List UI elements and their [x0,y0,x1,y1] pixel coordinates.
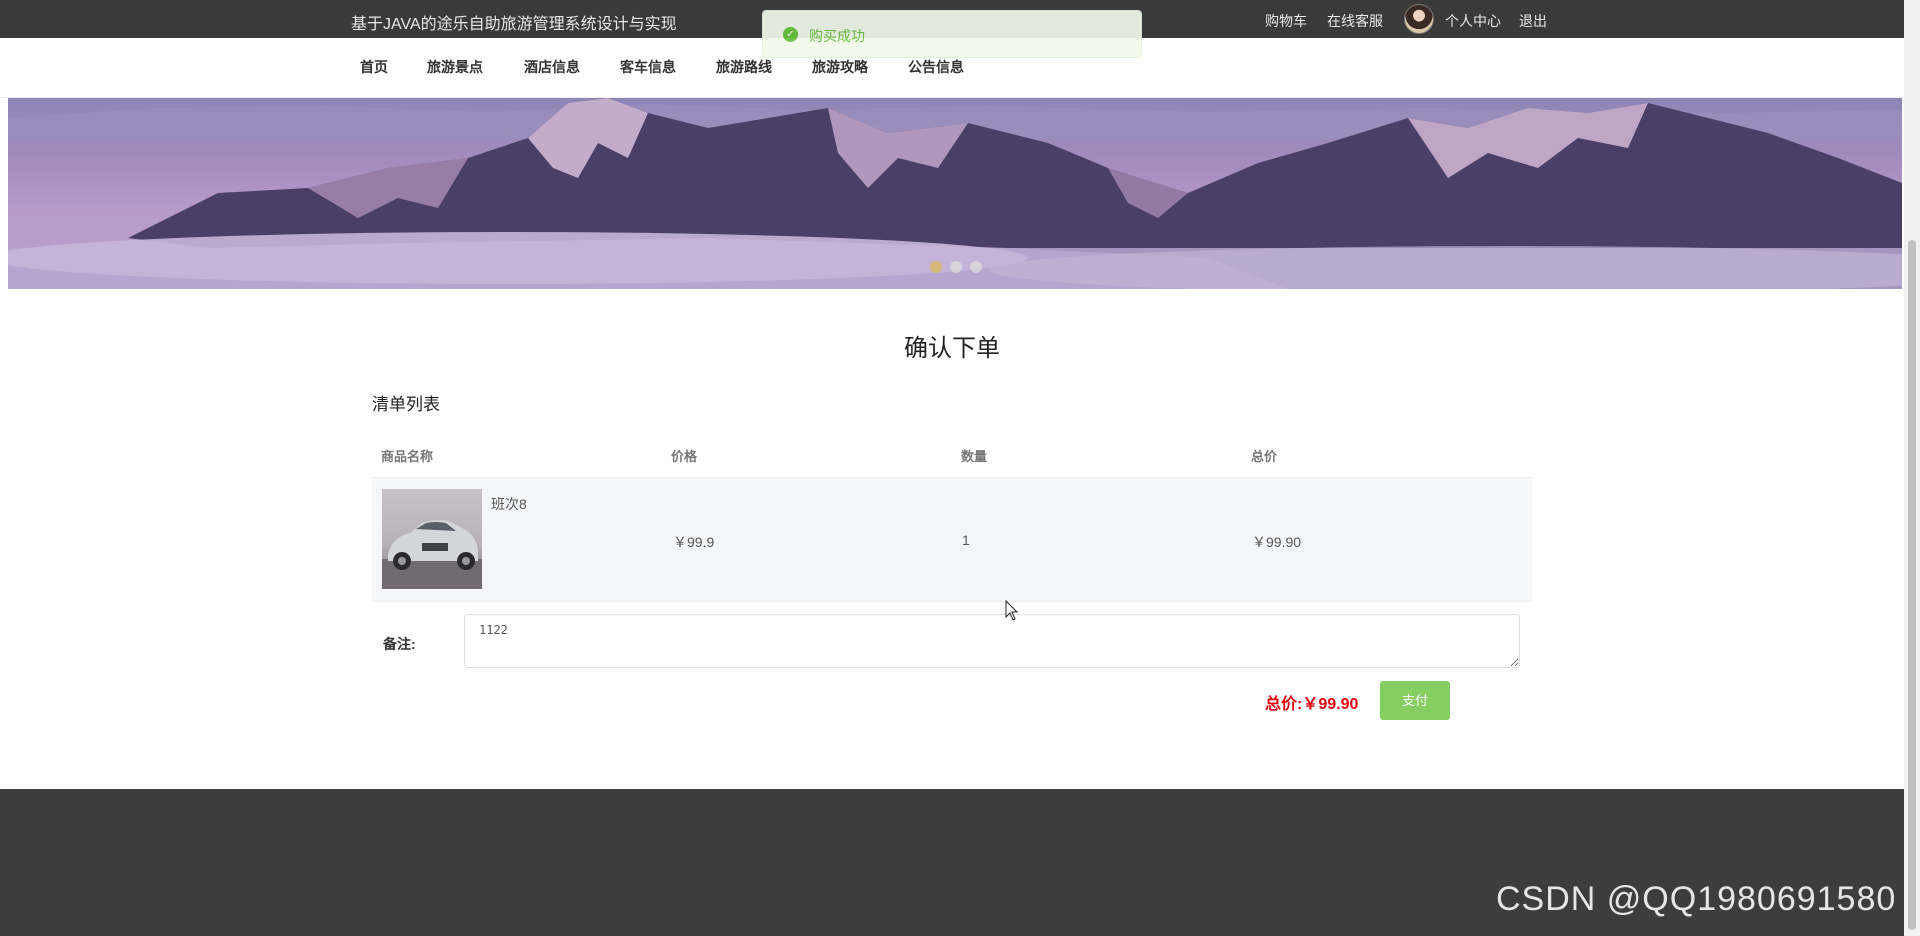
product-price: ￥99.9 [673,534,715,550]
banner-carousel[interactable] [8,98,1902,289]
note-textarea[interactable]: 1122 [464,614,1520,668]
table-row [372,477,1532,602]
watermark: CSDN @QQ1980691580 [1496,880,1897,918]
success-toast: ✓ 购买成功 [762,10,1142,58]
nav-item-buses[interactable]: 客车信息 [620,57,676,77]
scrollbar-thumb[interactable] [1908,240,1916,930]
order-total: 总价:￥99.90 [1265,690,1358,714]
column-header-quantity: 数量 [961,449,988,464]
carousel-dot[interactable] [950,261,962,273]
toast-message: 购买成功 [809,28,865,44]
nav-item-attractions[interactable]: 旅游景点 [427,57,483,77]
carousel-dot[interactable] [930,261,942,273]
product-name: 班次8 [491,496,527,512]
column-header-name: 商品名称 [381,449,434,464]
carousel-dot[interactable] [970,261,982,273]
product-thumbnail [382,489,482,589]
column-header-price: 价格 [671,449,698,464]
cart-link[interactable]: 购物车 [1265,11,1307,31]
section-title: 清单列表 [372,395,440,414]
total-value: ￥99.90 [1302,696,1359,713]
product-quantity: 1 [962,532,970,548]
nav-item-home[interactable]: 首页 [360,57,388,77]
profile-link[interactable]: 个人中心 [1445,11,1501,31]
column-header-total: 总价 [1251,449,1278,464]
total-label: 总价: [1265,696,1303,713]
nav-item-routes[interactable]: 旅游路线 [716,57,772,77]
check-circle-icon: ✓ [783,27,798,42]
site-title: 基于JAVA的途乐自助旅游管理系统设计与实现 [351,16,677,33]
carousel-indicators [930,261,982,273]
page-title: 确认下单 [904,335,1000,362]
product-total: ￥99.90 [1252,534,1302,550]
pay-button[interactable]: 支付 [1380,681,1450,720]
nav-item-notices[interactable]: 公告信息 [908,57,964,77]
note-label: 备注: [383,636,416,652]
nav-item-guides[interactable]: 旅游攻略 [812,57,868,77]
vertical-scrollbar[interactable] [1904,0,1920,936]
logout-link[interactable]: 退出 [1519,11,1547,31]
mouse-cursor-icon [1005,600,1019,621]
avatar[interactable] [1404,4,1434,34]
online-service-link[interactable]: 在线客服 [1327,11,1383,31]
nav-item-hotels[interactable]: 酒店信息 [524,57,580,77]
